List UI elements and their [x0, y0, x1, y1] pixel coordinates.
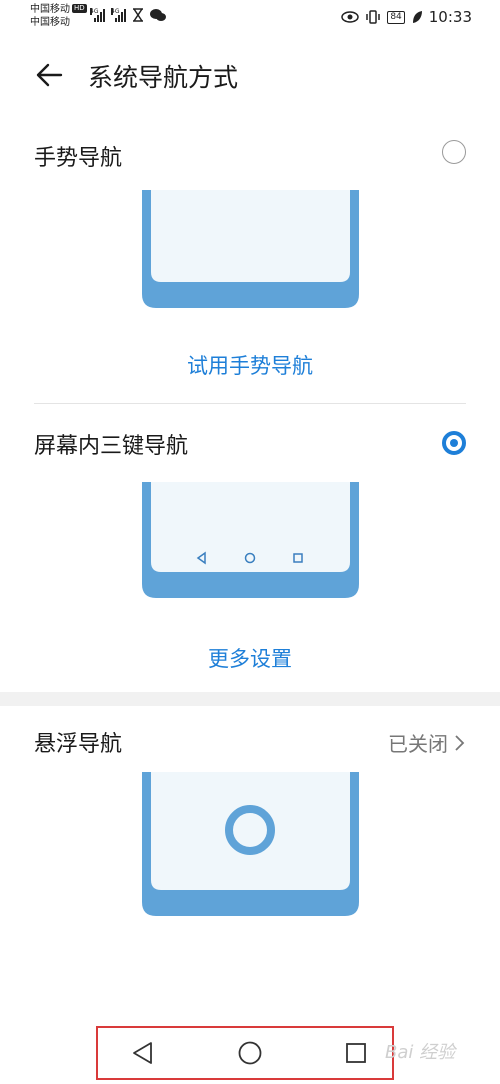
section-separator: [0, 692, 500, 706]
more-settings-link[interactable]: 更多设置: [0, 643, 500, 673]
vibrate-icon: [366, 10, 381, 24]
gesture-nav-radio[interactable]: [442, 140, 466, 164]
clock: 10:33: [428, 8, 472, 26]
eye-icon: [341, 11, 360, 23]
divider: [34, 403, 466, 404]
status-bar: 中国移动 HD 中国移动 4G 4G 84 10:33: [0, 0, 500, 36]
status-right: 84 10:33: [341, 8, 472, 26]
signal-2-icon: 4G: [111, 8, 126, 22]
leaf-icon: [412, 11, 422, 23]
gesture-nav-illustration: [142, 190, 359, 308]
floating-nav-label[interactable]: 悬浮导航: [34, 726, 122, 758]
three-key-nav-radio[interactable]: [442, 431, 466, 455]
battery-icon: 84: [387, 10, 405, 24]
floating-nav-illustration: [142, 772, 359, 916]
floating-nav-status[interactable]: 已关闭: [388, 728, 466, 757]
three-key-nav-label[interactable]: 屏幕内三键导航: [34, 428, 188, 460]
floating-nav-status-text: 已关闭: [388, 732, 448, 756]
app-bar: 系统导航方式: [0, 50, 500, 100]
watermark: Bai 经验: [385, 1042, 456, 1063]
carrier-info: 中国移动 HD 中国移动: [30, 3, 87, 29]
hourglass-icon: [133, 8, 143, 22]
back-triangle-icon[interactable]: [128, 1038, 158, 1068]
system-nav-bar: [96, 1026, 394, 1080]
hd-badge: HD: [72, 4, 87, 13]
network-type-2: 4G: [111, 8, 120, 15]
back-arrow-icon[interactable]: [34, 60, 64, 90]
three-key-nav-illustration: [142, 482, 359, 598]
signal-1-icon: 4G: [90, 8, 105, 22]
page-title: 系统导航方式: [88, 63, 239, 92]
carrier-1: 中国移动: [30, 4, 70, 15]
wechat-icon: [150, 9, 166, 21]
network-type-1: 4G: [90, 8, 99, 15]
chevron-right-icon: [455, 734, 465, 751]
recents-square-icon[interactable]: [341, 1038, 371, 1068]
gesture-nav-label[interactable]: 手势导航: [34, 140, 122, 172]
signal-icons: 4G 4G: [90, 8, 166, 22]
home-circle-icon[interactable]: [235, 1038, 265, 1068]
carrier-2: 中国移动: [30, 17, 70, 28]
try-gesture-link[interactable]: 试用手势导航: [0, 350, 500, 380]
